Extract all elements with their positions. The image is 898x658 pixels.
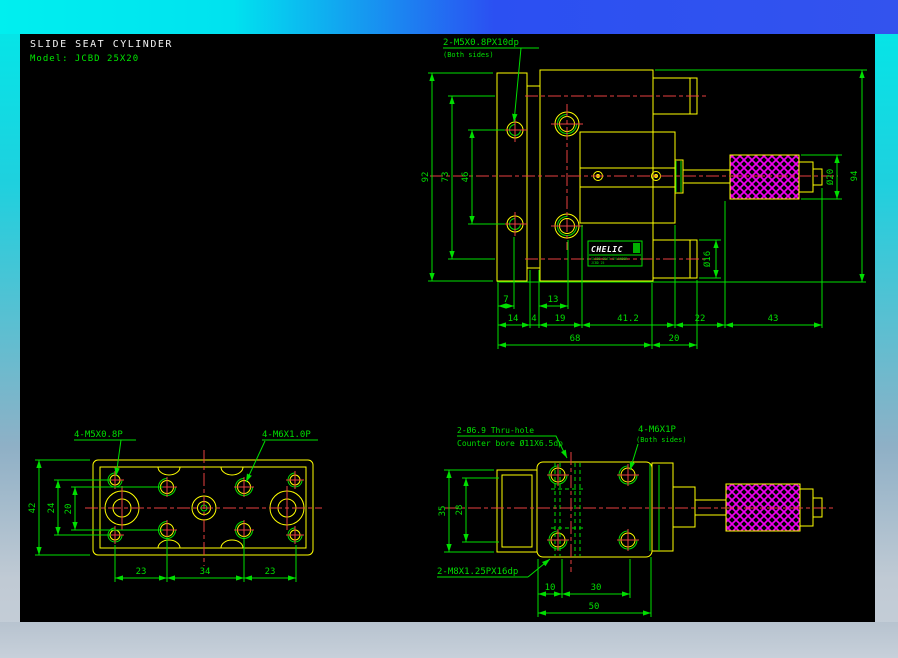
dim-92: 92 — [421, 172, 431, 183]
callout-thru-line2: Counter bore Ø11X6.5dp — [457, 438, 563, 448]
callout-4m5: 4-M5X0.8P — [74, 430, 123, 440]
dim-14: 14 — [508, 314, 519, 324]
dim-22: 22 — [695, 314, 706, 324]
dim-42: 42 — [28, 503, 38, 514]
drawing-title: SLIDE SEAT CYLINDER — [30, 39, 173, 50]
dim-10: 10 — [545, 583, 556, 593]
dim-19: 19 — [555, 314, 566, 324]
dim-13: 13 — [548, 295, 559, 305]
callout-4m6x1p-line1: 4-M6X1P — [638, 425, 677, 435]
dim-20-plate: 20 — [64, 504, 74, 515]
dim-43: 43 — [768, 314, 779, 324]
drawing-viewport: SLIDE SEAT CYLINDER Model: JCBD 25X20 92… — [20, 34, 875, 622]
drawing-canvas — [20, 34, 875, 622]
dim-23b: 23 — [265, 567, 276, 577]
dim-4: 4 — [531, 314, 536, 324]
dim-73: 73 — [441, 172, 451, 183]
callout-m5-line2: (Both sides) — [443, 51, 494, 59]
dim-20: 20 — [669, 334, 680, 344]
dim-7: 7 — [503, 295, 508, 305]
dim-d16: Ø16 — [702, 251, 713, 267]
dim-94: 94 — [850, 171, 860, 182]
dim-41-2: 41.2 — [617, 314, 639, 324]
dim-68: 68 — [570, 334, 581, 344]
logo-mark — [633, 243, 640, 253]
callout-4m6: 4-M6X1.0P — [262, 430, 311, 440]
dim-23a: 23 — [136, 567, 147, 577]
brand-logo: CHELIC — [591, 245, 623, 254]
callout-m5-line1: 2-M5X0.8PX10dp — [443, 38, 519, 48]
cad-window: SLIDE SEAT CYLINDER Model: JCBD 25X20 92… — [0, 0, 898, 658]
dim-24: 24 — [47, 503, 57, 514]
knurled-knob — [729, 154, 800, 200]
dim-35: 35 — [438, 506, 448, 517]
callout-m8: 2-M8X1.25PX16dp — [437, 567, 518, 577]
dim-34: 34 — [200, 567, 211, 577]
dim-50: 50 — [589, 602, 600, 612]
drawing-model: Model: JCBD 25X20 — [30, 54, 139, 64]
dim-d20: Ø20 — [825, 169, 836, 185]
dim-30: 30 — [591, 583, 602, 593]
dim-46: 46 — [461, 172, 471, 183]
callout-4m6x1p-line2: (Both sides) — [636, 436, 687, 444]
nameplate-sub2: JCBD 25 — [591, 261, 605, 265]
callout-thru-line1: 2-Ø6.9 Thru-hole — [457, 425, 534, 435]
dim-28: 28 — [455, 505, 465, 516]
